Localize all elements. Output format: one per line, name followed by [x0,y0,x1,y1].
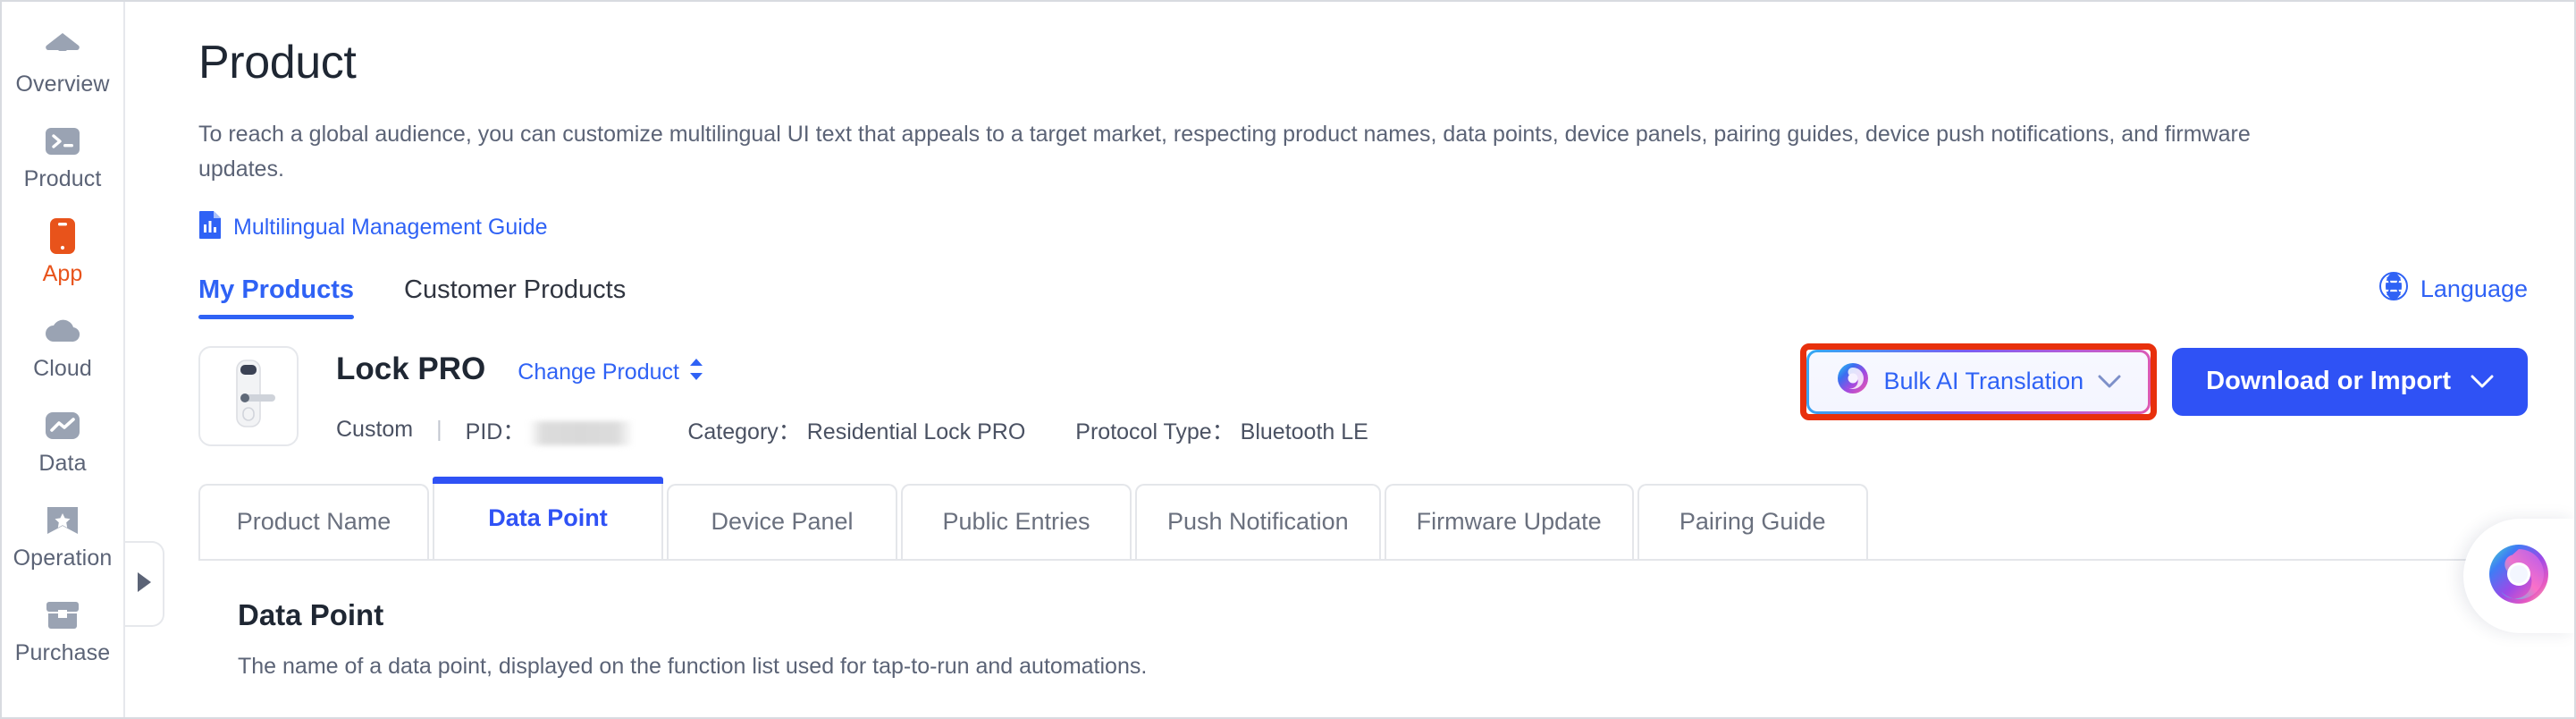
main-content: Product To reach a global audience, you … [125,2,2574,717]
multilingual-management-guide-link[interactable]: Multilingual Management Guide [198,210,548,245]
product-category: Category： Residential Lock PRO [687,414,1025,446]
page-title: Product [198,37,357,89]
cloud-icon [42,312,83,350]
chevron-down-icon [2471,367,2494,396]
phone-icon [42,217,83,255]
pid-label: PID： [465,419,526,444]
guide-link-label: Multilingual Management Guide [233,214,548,240]
tab-public-entries[interactable]: Public Entries [901,483,1132,559]
language-button[interactable]: Language [2378,271,2528,319]
change-product-label: Change Product [518,359,679,385]
tab-my-products[interactable]: My Products [198,275,355,319]
document-icon [198,210,222,245]
product-summary-row: Lock PRO Change Product Custom | PID： Ca… [198,343,2538,446]
product-thumbnail [198,345,299,446]
product-protocol: Protocol Type： Bluetooth LE [1075,414,1368,446]
download-or-import-label: Download or Import [2206,367,2451,396]
sidebar-item-cloud[interactable]: Cloud [2,299,124,393]
chart-line-icon [42,407,83,444]
home-icon [42,28,83,65]
tab-device-panel[interactable]: Device Panel [667,483,897,559]
download-or-import-button[interactable]: Download or Import [2172,347,2528,416]
sidebar-item-overview[interactable]: Overview [2,14,124,109]
tab-label: Device Panel [711,508,854,536]
product-type: Custom [336,417,414,443]
sidebar-item-operation[interactable]: Operation [2,488,124,583]
sidebar-item-label: App [42,261,83,286]
tab-firmware-update[interactable]: Firmware Update [1384,483,1634,559]
pid-redacted-value [528,420,635,445]
category-label: Category： [687,419,801,444]
sidebar-item-label: Purchase [14,640,111,665]
box-icon [42,596,83,634]
chevron-right-icon [134,571,154,598]
product-name-line: Lock PRO Change Product [336,351,1780,387]
tab-label: Push Notification [1167,508,1349,536]
sidebar-item-app[interactable]: App [2,204,124,299]
meta-separator: | [436,417,442,443]
content-tab-bar: Product Name Data Point Device Panel Pub… [198,476,2538,559]
sidebar-item-label: Operation [13,546,113,571]
tab-label: Firmware Update [1416,508,1602,536]
segment-tab-row: My Products Customer Products Language [198,271,2538,319]
sidebar-item-label: Cloud [33,356,92,381]
app-window: Overview Product App Cloud Data Operatio… [0,0,2576,719]
sidebar-item-purchase[interactable]: Purchase [2,583,124,678]
tab-customer-products[interactable]: Customer Products [404,275,626,319]
category-value: Residential Lock PRO [806,419,1026,444]
sidebar-item-label: Product [23,166,102,191]
tab-label: Product Name [236,508,391,536]
tab-label: Public Entries [942,508,1090,536]
terminal-icon [42,123,83,160]
tab-label: Data Point [488,504,608,532]
tab-product-name[interactable]: Product Name [198,483,429,559]
product-meta-row: Custom | PID： Category： Residential Lock… [336,414,1780,446]
sidebar-collapse-toggle[interactable] [125,541,164,627]
main-sidebar: Overview Product App Cloud Data Operatio… [2,2,164,717]
language-label: Language [2420,275,2528,302]
sidebar-item-label: Data [38,451,87,476]
tab-label: My Products [198,275,355,304]
product-pid: PID： [466,414,635,446]
segment-tabs: My Products Customer Products [198,275,626,319]
tab-label: Pairing Guide [1679,508,1826,536]
tab-push-notification[interactable]: Push Notification [1135,483,1381,559]
ai-assistant-button[interactable] [2463,519,2574,633]
star-banner-icon [42,502,83,539]
bulk-ai-translation-button[interactable]: Bulk AI Translation [1806,350,2151,414]
ai-swirl-icon [1836,361,1870,402]
panel-description: The name of a data point, displayed on t… [238,653,1148,679]
sidebar-item-data[interactable]: Data [2,393,124,488]
product-name: Lock PRO [336,351,486,386]
sidebar-item-product[interactable]: Product [2,109,124,204]
protocol-label: Protocol Type： [1075,419,1234,444]
tab-label: Customer Products [404,275,627,304]
smart-door-lock-image [207,352,290,439]
product-actions: Bulk AI Translation Download or Import [1799,343,2528,420]
globe-icon [2378,271,2408,307]
chevron-down-icon [2098,368,2121,395]
tab-pairing-guide[interactable]: Pairing Guide [1637,483,1868,559]
product-info: Lock PRO Change Product Custom | PID： Ca… [336,346,1780,446]
tab-data-point[interactable]: Data Point [433,476,663,559]
protocol-value: Bluetooth LE [1240,419,1368,444]
ai-assistant-swirl-icon [2486,541,2552,612]
up-down-arrow-icon [688,358,704,387]
tab-panel-data-point: Data Point The name of a data point, dis… [198,558,2538,680]
page-description: To reach a global audience, you can cust… [198,122,2251,182]
change-product-button[interactable]: Change Product [518,358,704,387]
sidebar-item-label: Overview [15,72,110,97]
bulk-ai-translation-wrapper: Bulk AI Translation [1799,343,2158,420]
bulk-ai-translation-label: Bulk AI Translation [1883,368,2084,395]
panel-title: Data Point [238,597,384,631]
